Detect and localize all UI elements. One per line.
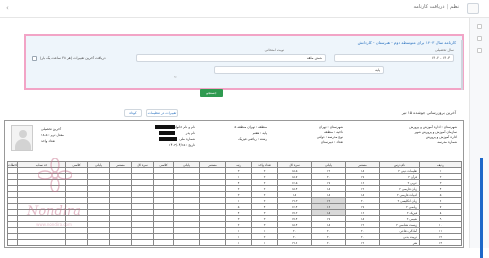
table-cell bbox=[109, 239, 132, 246]
table-cell: ۱۳ bbox=[419, 239, 462, 246]
region-line-4: تعداد : دبیرستان bbox=[320, 140, 343, 144]
subject-cell: هنر bbox=[379, 239, 420, 246]
search-button[interactable]: جستجو bbox=[200, 89, 223, 97]
watermark-sub: www.nondira.com bbox=[36, 222, 72, 227]
table-cell bbox=[199, 239, 226, 246]
year-select[interactable]: ۱۴۰۳ - ۱۴۰۲ bbox=[334, 54, 454, 62]
reset-icon[interactable]: ↻ bbox=[174, 75, 177, 79]
latest-changes-checkbox[interactable] bbox=[32, 56, 37, 61]
panel-scrollbar[interactable] bbox=[461, 40, 463, 90]
region-line-3: نوع مدرسه : دولتی bbox=[316, 135, 343, 139]
student-line-3: رشته : ریاضی فیزیک bbox=[238, 137, 267, 141]
avatar-body-icon bbox=[15, 139, 31, 150]
watermark-logo: Nondira www.nondira.com bbox=[14, 158, 94, 246]
region-line-2: ناحیه : منطقه bbox=[324, 130, 343, 134]
table-cell: ۱۹ bbox=[345, 239, 380, 246]
school-line-1: شهرستان : اداره آموزش و پرورش bbox=[409, 125, 457, 129]
table-cell: ۱ bbox=[251, 239, 278, 246]
sidebar-active-indicator bbox=[480, 158, 483, 258]
school-line-4: شماره مدرسه bbox=[437, 140, 457, 144]
redacted-father bbox=[159, 131, 175, 135]
table-cell bbox=[173, 239, 200, 246]
sidebar-report-icon[interactable] bbox=[477, 48, 482, 53]
breadcrumb: نظم|دریافت کارنامه bbox=[413, 4, 459, 10]
flower-logo-icon bbox=[38, 158, 72, 192]
school-line-2: سازمان آموزش و پرورش شهر bbox=[414, 130, 457, 134]
year-label: سال تحصیلی bbox=[434, 48, 454, 52]
student-photo bbox=[11, 125, 33, 151]
sidebar-list-icon[interactable] bbox=[477, 36, 482, 41]
watermark-name: Nondira bbox=[26, 204, 82, 219]
id-line-2: نام پدر bbox=[185, 131, 195, 135]
chevron-left-icon[interactable]: ‹ bbox=[6, 4, 14, 12]
table-cell: ۱۹.۶ bbox=[277, 239, 312, 246]
sidebar-home-icon[interactable] bbox=[477, 24, 482, 29]
grade-select[interactable]: پایه bbox=[214, 66, 384, 74]
redacted-name bbox=[155, 125, 175, 129]
latest-changes-label: دریافت آخرین تغییرات (هر ۴۸ ساعت یک بار) bbox=[40, 56, 106, 60]
exam-type-label: نوبت امتحانی bbox=[264, 48, 284, 52]
short-chip[interactable]: کوتاه bbox=[124, 109, 142, 117]
region-line-1: شهرستان : تهران bbox=[318, 125, 343, 129]
settings-chip[interactable]: تغییرات در تنظیمات bbox=[146, 109, 178, 117]
info-bar: آخرین بروزرسانی جوشده ۱۵ تیر کوتاه تغییر… bbox=[4, 108, 466, 118]
right-line-2: معدل ترم : ۱۸.۵ bbox=[41, 133, 64, 137]
redacted-id bbox=[159, 137, 177, 141]
right-line-3: تعداد واحد bbox=[41, 139, 55, 143]
id-line-3: شماره ملی bbox=[179, 137, 195, 141]
student-line-1: منطقه : تهران منطقه ۵ bbox=[234, 125, 267, 129]
avatar-head-icon bbox=[19, 130, 27, 138]
filter-panel: کارنامه سال ۱۴۰۳ برای متوسطه دوم - هنرست… bbox=[24, 34, 464, 90]
school-line-3: اداره آموزش و پرورش bbox=[425, 135, 457, 139]
student-line-2: پایه : هفتم bbox=[252, 131, 267, 135]
table-cell: ۲۰ bbox=[311, 239, 346, 246]
id-line-4: تاریخ : ۱۴۰۳/۰۴/۱۵ bbox=[168, 143, 195, 147]
breadcrumb-root[interactable]: نظم bbox=[450, 4, 459, 10]
panel-title: کارنامه سال ۱۴۰۳ برای متوسطه دوم - هنرست… bbox=[357, 40, 456, 45]
right-sidebar bbox=[469, 18, 489, 258]
menu-icon[interactable] bbox=[467, 3, 479, 14]
table-cell: ۱ bbox=[225, 239, 252, 246]
breadcrumb-current: دریافت کارنامه bbox=[413, 4, 445, 10]
table-cell bbox=[153, 239, 174, 246]
table-cell bbox=[131, 239, 154, 246]
right-line-1: آخرین تحصیلی bbox=[41, 127, 61, 131]
last-update-text: آخرین بروزرسانی جوشده ۱۵ تیر bbox=[401, 110, 456, 115]
top-bar: ‹ نظم|دریافت کارنامه bbox=[0, 0, 489, 18]
exam-type-select[interactable]: شش ماهه bbox=[136, 54, 326, 62]
